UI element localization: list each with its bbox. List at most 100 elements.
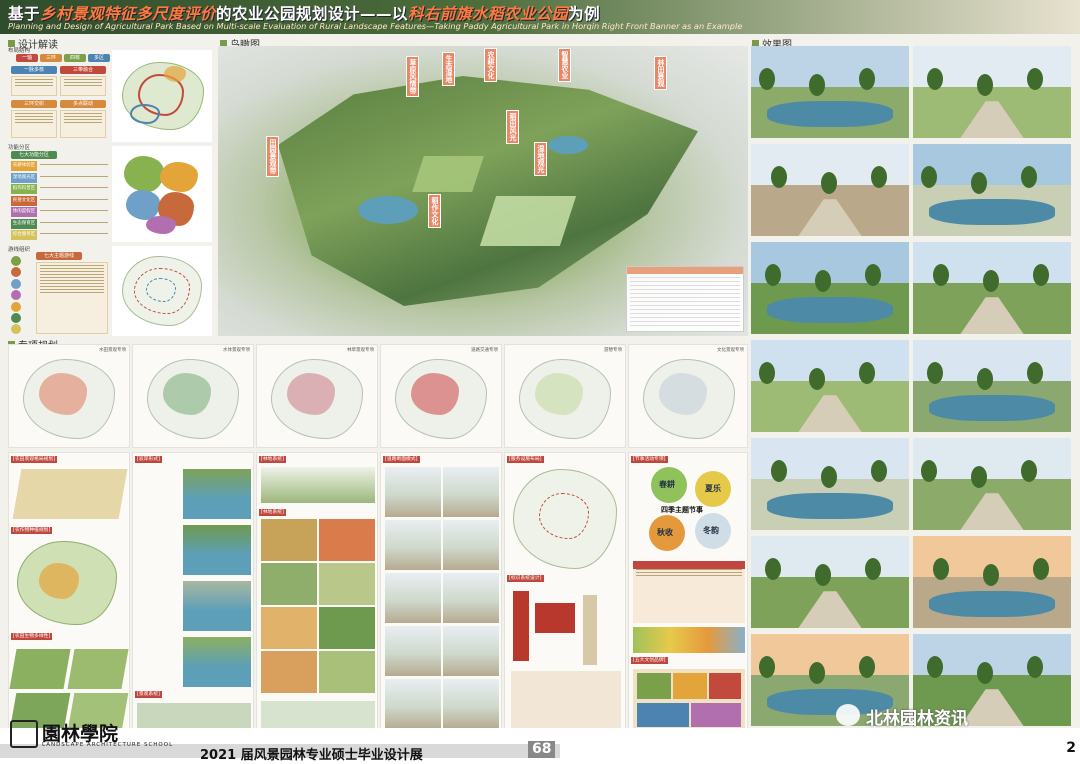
road-section-image	[443, 467, 499, 517]
zone-item: 生态保育区	[11, 218, 111, 229]
description-text	[60, 110, 106, 138]
rendering-image	[751, 340, 909, 432]
forest-image	[261, 607, 317, 649]
festival-spring: 春耕	[659, 480, 675, 489]
service-facility-card: [服务设施布局] [标识系统设计]	[504, 452, 626, 732]
rendering-image	[751, 536, 909, 628]
road-section-image	[385, 679, 441, 729]
route-thumb	[11, 256, 21, 266]
zone-item: 湿地观光区	[11, 172, 111, 183]
zone-item: 休闲度假区	[11, 207, 111, 217]
structure-card-title: 多点联动	[60, 100, 106, 108]
road-section-image	[385, 626, 441, 676]
bank-form-card: [驳岸形式] [景观系统]	[132, 452, 254, 732]
school-logo-subtitle: LANDSCAPE ARCHITECTURE SCHOOL	[42, 742, 174, 748]
structure-map	[112, 50, 212, 142]
route-header: 七大主题游线	[36, 252, 82, 260]
rendering-image	[751, 144, 909, 236]
forest-image	[261, 519, 317, 561]
route-thumb	[11, 301, 21, 312]
rendering-image	[913, 438, 1071, 530]
exhibition-title: 2021 届风景园林专业硕士毕业设计展	[200, 748, 423, 763]
special-planning-panel: 水田景观专项 水体景观专项 林草景观专项 道路交通专项 游憩专项 文化景观专项 [农田景观…	[8, 344, 748, 734]
description-text	[60, 76, 106, 96]
paddy-field	[479, 196, 577, 246]
special-map-card: 水体景观专项	[132, 344, 254, 448]
function-zone-label: 功能分区	[8, 145, 31, 151]
rendering-gallery	[751, 46, 1073, 736]
road-section-image	[385, 520, 441, 570]
zone-item: 农耕体验区	[11, 161, 111, 171]
route-thumb	[11, 278, 21, 289]
festival-autumn: 秋收	[657, 528, 673, 537]
zone-item: 综合服务区	[11, 230, 111, 240]
exhibit-number: 68	[528, 741, 556, 758]
aerial-callout: 生态湿地	[442, 52, 455, 86]
rendering-image	[913, 340, 1071, 432]
school-logo-icon	[10, 720, 38, 748]
special-map-card: 文化景观专项	[628, 344, 748, 448]
zone-item: 稻作科普区	[11, 184, 111, 194]
aerial-callout: 林田景观	[654, 56, 667, 90]
aerial-callout: 稻田风光	[506, 110, 519, 144]
forest-image	[319, 607, 375, 649]
aerial-callout: 草原风情带	[406, 56, 419, 97]
paddy-field	[412, 156, 484, 192]
rendering-image	[751, 46, 909, 138]
structure-item: 三环	[40, 54, 62, 62]
forest-image	[319, 651, 375, 693]
route-description	[36, 262, 108, 334]
page-subtitle-en: Planning and Design of Agricultural Park…	[8, 21, 743, 31]
rendering-image	[913, 144, 1071, 236]
road-section-image	[385, 467, 441, 517]
route-thumb	[11, 313, 21, 323]
rendering-image	[751, 242, 909, 334]
description-text	[11, 76, 57, 96]
rendering-image	[913, 536, 1071, 628]
aerial-callout: 智慧农业	[558, 48, 571, 82]
aerial-callout: 田园景观带	[266, 136, 279, 177]
lake	[548, 136, 588, 154]
zone-item: 民俗文化区	[11, 195, 111, 206]
structure-item: 多区	[88, 54, 110, 62]
route-map	[112, 246, 212, 336]
farmland-detail-card: [农田景观格局规划] [农作物种植规划] [农田生物多样性]	[8, 452, 130, 732]
special-map-card: 水田景观专项	[8, 344, 130, 448]
forest-image	[319, 519, 375, 561]
aerial-callout: 湿地观光	[534, 142, 547, 176]
structure-card-title: 一脉多核	[11, 66, 57, 74]
aerial-view-image: 田园景观带 草原风情带 生态湿地 农耕文化 智慧农业 林田景观 稻田风光 湿地观光 稻作文化	[218, 46, 748, 336]
land-use-table	[626, 266, 744, 332]
festival-activity-card: [节事活动专项] 春耕 夏乐 秋收 冬韵 四季主题节事 [五大文创品牌]	[628, 452, 748, 732]
aerial-callout: 农耕文化	[484, 48, 497, 82]
festival-center: 四季主题节事	[661, 506, 703, 514]
forest-image	[261, 563, 317, 605]
road-section-image	[443, 679, 499, 729]
structure-card-title: 三环交织	[11, 100, 57, 108]
road-section-card: [道路断面模式]	[380, 452, 502, 732]
title-banner: 基于乡村景观特征多尺度评价的农业公园规划设计——以科右前旗水稻农业公园为例 Pl…	[0, 0, 1080, 34]
route-thumbnails	[9, 256, 31, 336]
zone-map	[112, 146, 212, 242]
design-interpretation-panel: 布局结构 一轴 三环 四核 多区 一脉多核 三带融合 三环交织 多点联动 功能分…	[8, 46, 213, 336]
zone-list: 农耕体验区 湿地观光区 稻作科普区 民俗文化区 休闲度假区 生态保育区 综合服务区	[11, 161, 111, 243]
rendering-image	[913, 242, 1071, 334]
description-text	[11, 110, 57, 138]
route-thumb	[11, 267, 21, 278]
special-map-card: 林草景观专项	[256, 344, 378, 448]
special-map-card: 道路交通专项	[380, 344, 502, 448]
layout-structure-label: 布局结构	[8, 48, 31, 54]
lake	[358, 196, 418, 224]
rendering-image	[913, 46, 1071, 138]
wechat-icon	[836, 704, 860, 726]
forest-image	[261, 651, 317, 693]
structure-item: 一轴	[16, 54, 38, 62]
road-section-image	[385, 573, 441, 623]
special-map-card: 游憩专项	[504, 344, 626, 448]
festival-winter: 冬韵	[703, 526, 719, 535]
road-section-image	[443, 626, 499, 676]
route-label: 游线组织	[8, 247, 31, 253]
festival-summer: 夏乐	[705, 484, 721, 493]
structure-card-title: 三带融合	[60, 66, 106, 74]
route-thumb	[11, 324, 21, 335]
